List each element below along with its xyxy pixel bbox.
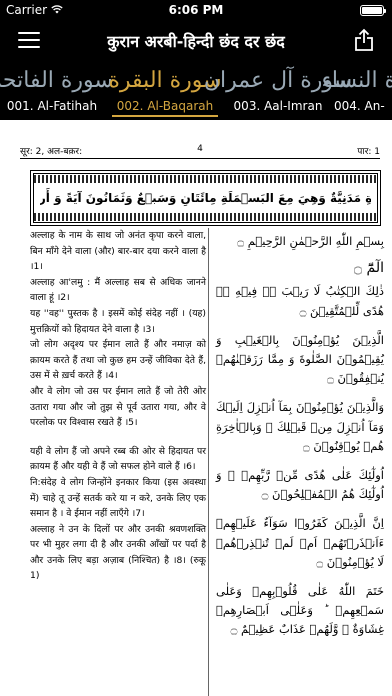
page-title: कुरान अरबी-हिन्दी छंद दर छंद	[107, 32, 285, 51]
ornament-border	[34, 213, 377, 221]
page-number: 4	[197, 144, 203, 154]
surah-header-frame: سُوۡرَةُ البَقَرَةِ مَدَنِيَّةٌ وَهِيَ م…	[30, 170, 381, 226]
tab-active-indicator	[112, 115, 218, 117]
surah-tabs[interactable]: سورة الفاتحة 001. Al-Fatihah سورة البقرة…	[0, 62, 392, 120]
basmala: بِسۡمِ اللّٰهِ الرَّحۡمٰنِ الرَّحِيۡمِ ۝	[237, 234, 384, 248]
arabic-verse: اِنَّ الَّذِيۡنَ كَفَرُوۡا سَوَآءٌ عَلَي…	[216, 516, 384, 569]
tab-al-fatihah[interactable]: سورة الفاتحة 001. Al-Fatihah	[0, 62, 113, 120]
tab-label: 001. Al-Fatihah	[6, 99, 98, 113]
tab-calligraphy: سورة النساء	[321, 67, 392, 93]
quran-page[interactable]: सूर: 2, अल-बक़र: 4 पार: 1 سُوۡرَةُ البَق…	[0, 120, 392, 696]
arabic-verse: وَالَّذِيۡنَ يُؤۡمِنُوۡنَ بِمَآ اُنۡزِلَ…	[216, 400, 384, 453]
header-rule	[20, 158, 380, 159]
translation-verse: यही वे लोग हैं जो अपने रब्ब की ओर से हिद…	[30, 445, 206, 473]
arabic-verse: الَّذِيۡنَ يُؤۡمِنُوۡنَ بِالۡغَيۡبِ وَ ي…	[216, 332, 384, 386]
page-header: सूर: 2, अल-बक़र: 4 पार: 1	[20, 144, 380, 162]
hindi-translation: अल्लाह के नाम के साथ जो अनंत कृपा करने व…	[30, 228, 206, 584]
tab-an-nisa[interactable]: سورة النساء 004. An-	[321, 62, 392, 120]
tab-label: 003. Aal-Imran	[233, 99, 323, 113]
tab-aal-imran[interactable]: سورة آل عمران 003. Aal-Imran	[203, 62, 353, 120]
translation-verse: अल्लाह आ'लमु : मैं अल्लाह सब से अधिक जान…	[30, 276, 206, 304]
surah-header-text: سُوۡرَةُ البَقَرَةِ مَدَنِيَّةٌ وَهِيَ م…	[40, 191, 371, 205]
translation-verse: और वे लोग जो उस पर ईमान लाते हैं जो तेरी…	[30, 385, 206, 429]
status-bar: Carrier 6:06 PM	[0, 0, 392, 20]
menu-icon[interactable]	[18, 32, 40, 49]
arabic-verse: اُولٰٓئِكَ عَلٰى هُدًى مِّنۡ رَّبِّهِمۡ …	[216, 468, 384, 502]
tab-calligraphy: سورة الفاتحة	[0, 67, 113, 93]
tab-calligraphy: سورة آل عمران	[203, 67, 353, 93]
column-divider	[208, 228, 209, 696]
translation-verse: अल्लाह के नाम के साथ जो अनंत कृपा करने व…	[30, 230, 206, 273]
arabic-text: بِسۡمِ اللّٰهِ الرَّحۡمٰنِ الرَّحِيۡمِ ۝…	[216, 232, 384, 640]
arabic-verse: الٓمّٓ ۝	[353, 260, 384, 277]
para-reference: पार: 1	[357, 147, 380, 157]
status-time: 6:06 PM	[168, 3, 224, 17]
arabic-verse: خَتَمَ اللّٰهُ عَلٰى قُلُوۡبِهِمۡ وَعَلٰ…	[216, 584, 384, 637]
translation-verse: यह ''वह'' पुस्तक है । इसमें कोई संदेह नह…	[30, 307, 206, 335]
share-icon[interactable]	[354, 28, 374, 52]
translation-verse: अल्लाह ने उन के दिलों पर और उनकी श्रवणशक…	[30, 523, 206, 582]
nav-bar: कुरान अरबी-हिन्दी छंद दर छंद	[0, 20, 392, 62]
translation-verse: नि:संदेह वे लोग जिन्होंने इनकार किया (इस…	[30, 476, 206, 520]
translation-verse: जो लोग अदृश्य पर ईमान लाते हैं और नमाज़ …	[30, 339, 206, 382]
arabic-verse: ذٰلِكَ الۡكِتٰبُ لَا رَيۡبَ ۛۚ فِيۡهِ ۛۚ…	[216, 284, 384, 318]
tab-label: 004. An-	[334, 99, 385, 113]
battery-icon	[360, 5, 386, 16]
ornament-border	[34, 175, 377, 183]
tab-label: 002. Al-Baqarah	[116, 99, 214, 113]
